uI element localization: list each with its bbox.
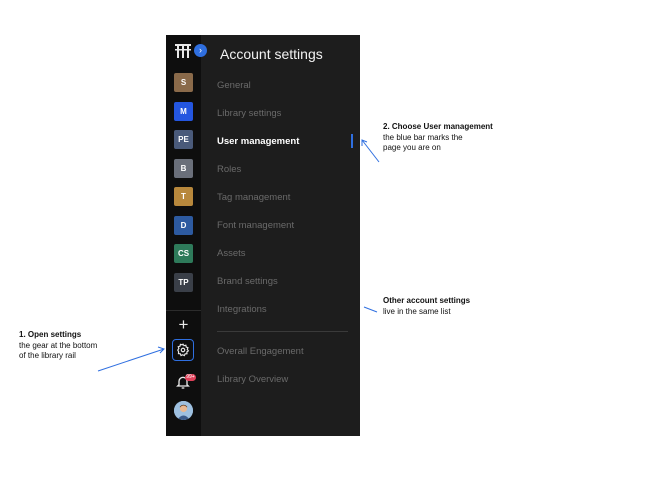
annotation-step2-line1: the blue bar marks the [383, 132, 463, 142]
annotation-step1-line1: the gear at the bottom [19, 340, 98, 350]
annotation-step1-title: 1. Open settings [19, 330, 82, 339]
annotation-other-title: Other account settings [383, 296, 471, 305]
annotation-step1-line2: of the library rail [19, 351, 76, 360]
annotation-arrows [97, 139, 380, 372]
annotation-step2-title: 2. Choose User management [383, 122, 493, 131]
annotation-other-line1: live in the same list [383, 306, 451, 316]
annotation-step2-line2: page you are on [383, 143, 441, 152]
arrow-other [363, 306, 378, 313]
chevron-right-icon[interactable]: › [194, 44, 207, 57]
annotation-other: Other account settings live in the same … [383, 296, 470, 317]
arrow-step1 [97, 348, 165, 372]
arrow-step2 [361, 139, 380, 163]
annotation-step2: 2. Choose User management the blue bar m… [383, 122, 493, 154]
annotation-step1: 1. Open settings the gear at the bottom … [19, 330, 97, 362]
